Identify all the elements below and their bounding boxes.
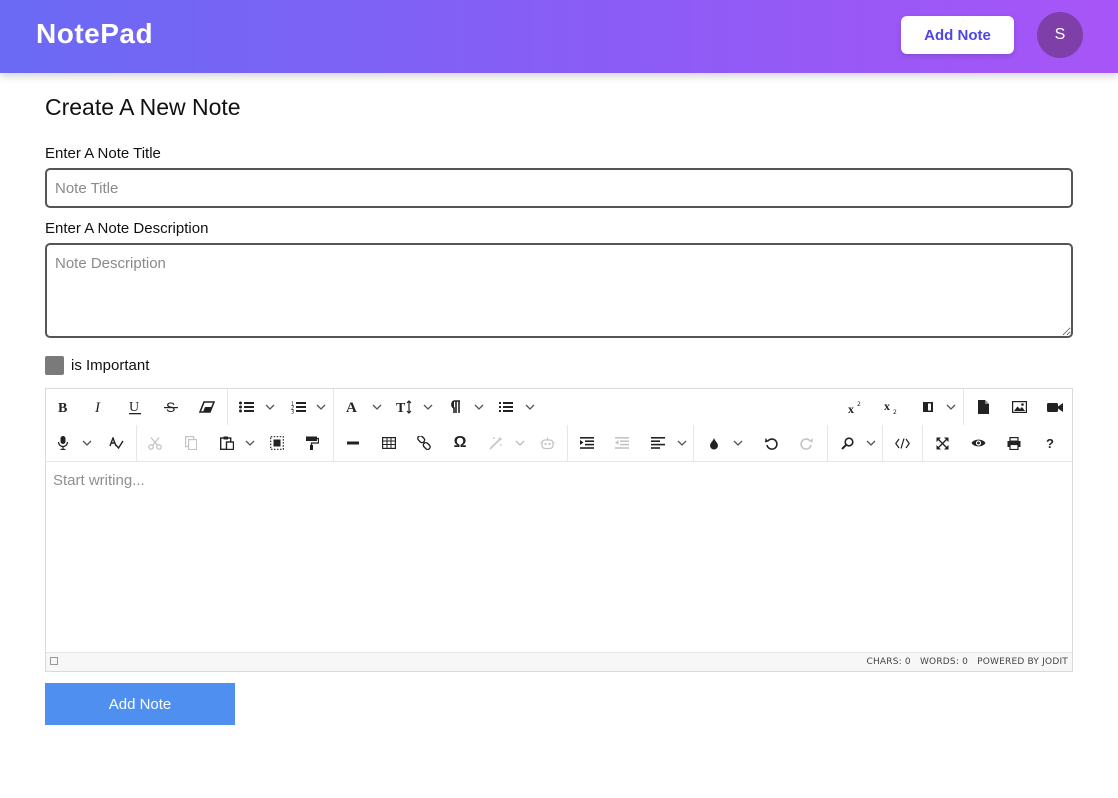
underline-icon[interactable]: U [122, 389, 148, 425]
paste-icon[interactable] [213, 425, 241, 461]
header-add-note-button[interactable]: Add Note [901, 16, 1014, 54]
page-title: Create A New Note [45, 94, 241, 120]
fullsize-icon[interactable] [928, 425, 956, 461]
bold-icon[interactable]: B [50, 389, 76, 425]
chevron-down-icon[interactable] [864, 425, 878, 461]
toolbar-separator [827, 425, 828, 461]
copy-icon[interactable] [177, 425, 205, 461]
chevron-down-icon[interactable] [370, 389, 384, 425]
svg-text:3: 3 [291, 409, 294, 414]
brand-logo[interactable]: NotePad [36, 18, 153, 50]
svg-text:A: A [346, 400, 357, 414]
bullet-list-icon[interactable] [232, 389, 260, 425]
note-description-textarea[interactable] [45, 243, 1073, 338]
toolbar-separator [333, 425, 334, 461]
numbered-list-icon[interactable]: 123 [284, 389, 312, 425]
chevron-down-icon[interactable] [675, 425, 689, 461]
svg-text:T: T [396, 401, 406, 414]
table-icon[interactable] [375, 425, 403, 461]
paragraph-icon[interactable] [442, 389, 468, 425]
editor-content-area[interactable]: Start writing... [46, 462, 1072, 652]
source-icon[interactable] [888, 425, 916, 461]
char-count: CHARS: 0 [866, 657, 911, 667]
horizontal-rule-icon[interactable] [339, 425, 367, 461]
redo-icon[interactable] [792, 425, 820, 461]
toolbar-separator [136, 425, 137, 461]
svg-text:2: 2 [857, 401, 861, 408]
word-count: WORDS: 0 [919, 657, 969, 667]
chevron-down-icon[interactable] [513, 425, 527, 461]
chevron-down-icon[interactable] [731, 425, 745, 461]
toolbar-separator [567, 425, 568, 461]
toolbar-separator [922, 425, 923, 461]
user-avatar[interactable]: S [1037, 12, 1083, 58]
font-icon[interactable]: A [339, 389, 367, 425]
ai-assistant-icon[interactable] [482, 425, 510, 461]
title-label: Enter A Note Title [45, 145, 161, 162]
print-icon[interactable] [1000, 425, 1028, 461]
chevron-down-icon[interactable] [243, 425, 257, 461]
find-icon[interactable] [833, 425, 861, 461]
align-icon[interactable] [644, 425, 672, 461]
toolbar-separator [693, 425, 694, 461]
toolbar-separator [963, 389, 964, 425]
chevron-down-icon[interactable] [944, 389, 958, 425]
format-painter-icon[interactable] [298, 425, 326, 461]
important-checkbox[interactable] [45, 356, 64, 375]
image-icon[interactable] [1005, 389, 1033, 425]
top-navbar: NotePad Add Note S [0, 0, 1118, 73]
chevron-down-icon[interactable] [80, 425, 94, 461]
line-height-icon[interactable] [492, 389, 520, 425]
chevron-down-icon[interactable] [314, 389, 328, 425]
chevron-down-icon[interactable] [421, 389, 435, 425]
powered-by-link[interactable]: POWERED BY JODIT [977, 657, 1068, 667]
svg-text:x: x [884, 400, 890, 413]
italic-icon[interactable]: I [86, 389, 112, 425]
strikethrough-icon[interactable]: S [158, 389, 184, 425]
toolbar-separator [333, 389, 334, 425]
svg-text:2: 2 [893, 409, 897, 415]
chevron-down-icon[interactable] [472, 389, 486, 425]
cut-icon[interactable] [141, 425, 169, 461]
indent-icon[interactable] [573, 425, 601, 461]
spellcheck-icon[interactable] [102, 425, 130, 461]
classname-icon[interactable] [914, 389, 942, 425]
resize-handle-icon[interactable] [50, 657, 58, 665]
eraser-icon[interactable] [194, 389, 220, 425]
svg-text:I: I [94, 400, 101, 414]
link-icon[interactable] [410, 425, 438, 461]
chevron-down-icon[interactable] [263, 389, 277, 425]
add-note-submit-button[interactable]: Add Note [45, 683, 235, 725]
preview-icon[interactable] [964, 425, 992, 461]
file-icon[interactable] [969, 389, 997, 425]
video-icon[interactable] [1041, 389, 1069, 425]
svg-text:B: B [58, 401, 67, 414]
svg-text:U: U [129, 400, 139, 415]
microphone-icon[interactable] [50, 425, 76, 461]
superscript-icon[interactable]: x2 [842, 389, 870, 425]
outdent-icon[interactable] [608, 425, 636, 461]
note-title-input[interactable] [45, 168, 1073, 208]
font-size-icon[interactable]: T [390, 389, 418, 425]
subscript-icon[interactable]: x2 [878, 389, 906, 425]
select-all-icon[interactable] [263, 425, 291, 461]
toolbar-separator [227, 389, 228, 425]
editor-toolbar-row-2: Ω ? [46, 425, 1072, 461]
rich-text-editor: B I U S 123 A T [45, 388, 1073, 672]
editor-toolbar-row-1: B I U S 123 A T [46, 389, 1072, 425]
chevron-down-icon[interactable] [523, 389, 537, 425]
toolbar-separator [882, 425, 883, 461]
ai-commands-icon[interactable] [533, 425, 561, 461]
svg-text:x: x [848, 402, 854, 414]
help-icon[interactable]: ? [1036, 425, 1064, 461]
editor-status-bar: CHARS: 0 WORDS: 0 POWERED BY JODIT [46, 652, 1072, 671]
undo-icon[interactable] [757, 425, 785, 461]
symbol-icon[interactable]: Ω [446, 425, 474, 461]
important-label: is Important [71, 357, 150, 374]
description-label: Enter A Note Description [45, 220, 209, 237]
brush-color-icon[interactable] [700, 425, 728, 461]
